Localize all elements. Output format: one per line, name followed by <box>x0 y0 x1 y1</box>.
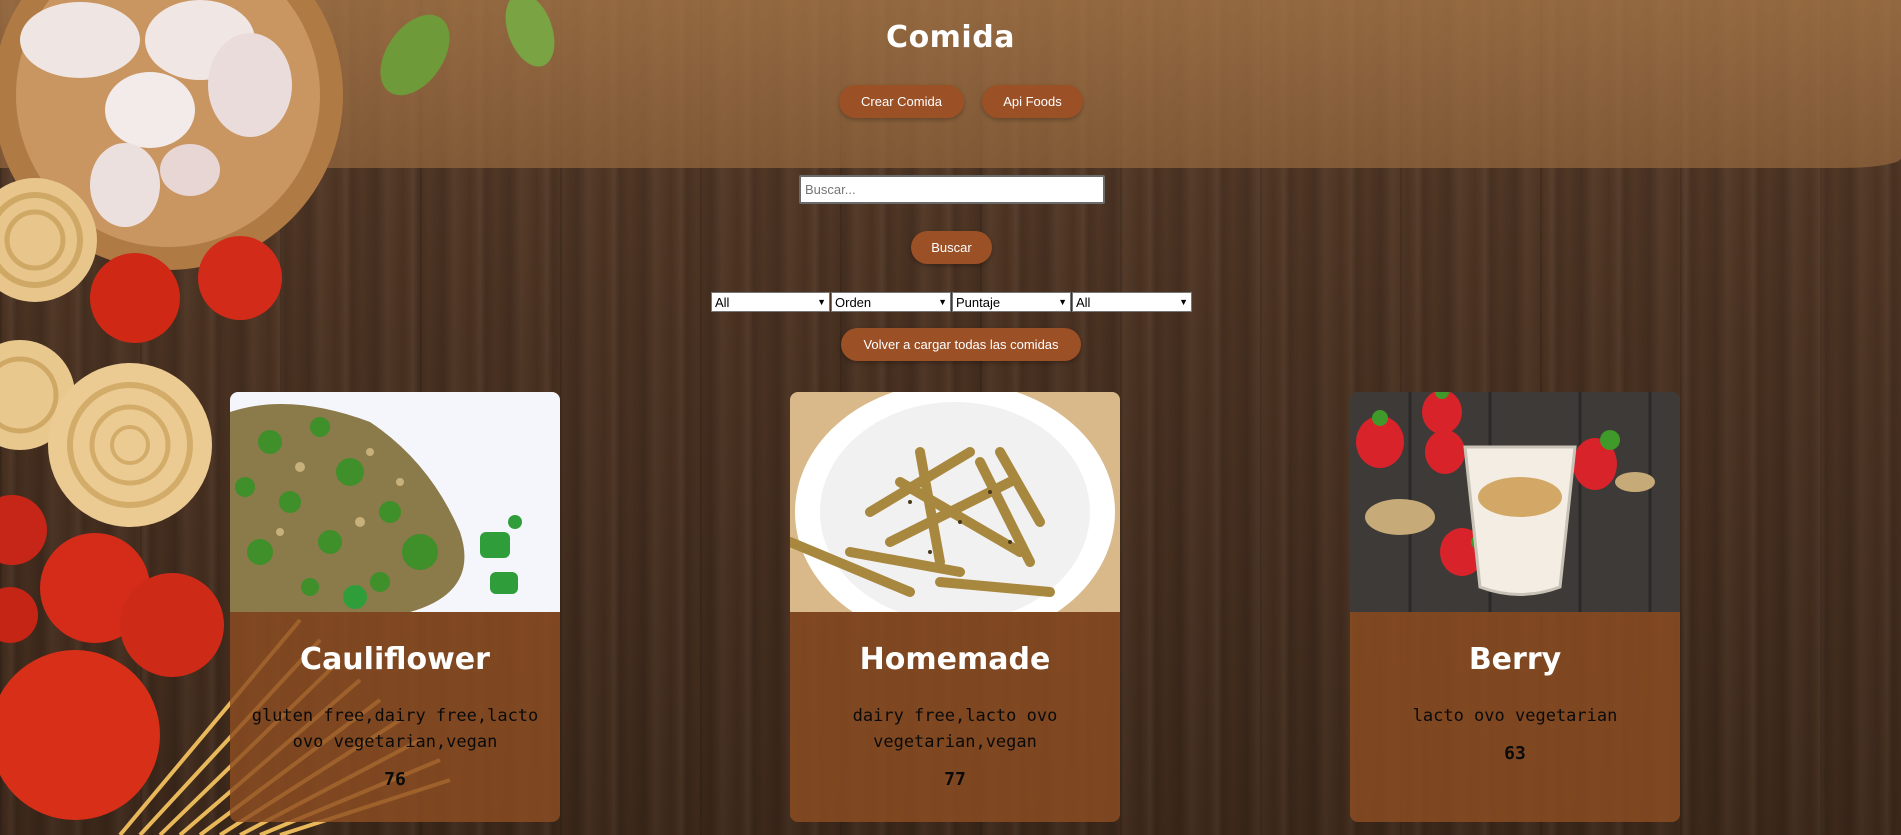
recipe-score: 77 <box>944 769 966 790</box>
diet-filter-value: All <box>715 294 730 310</box>
source-filter-select[interactable]: All ▼ <box>1072 292 1192 312</box>
reload-all-button[interactable]: Volver a cargar todas las comidas <box>841 328 1081 361</box>
page-title: Comida <box>886 20 1015 55</box>
recipe-card[interactable]: Cauliflower gluten free,dairy free,lacto… <box>230 392 560 822</box>
garden-fries-image <box>790 392 1120 612</box>
recipe-diets: dairy free,lacto ovo vegetarian,vegan <box>852 706 1058 752</box>
recipe-card[interactable]: Homemade dairy free,lacto ovo vegetarian… <box>790 392 1120 822</box>
recipe-image[interactable] <box>230 392 560 612</box>
recipe-diets: lacto ovo vegetarian <box>1412 706 1618 726</box>
recipe-image[interactable] <box>790 392 1120 612</box>
recipe-score: 76 <box>384 769 406 790</box>
order-select[interactable]: Orden ▼ <box>831 292 951 312</box>
recipe-name: Homemade <box>859 642 1051 677</box>
order-value: Orden <box>835 294 872 310</box>
search-input[interactable] <box>799 175 1105 204</box>
berry-smoothie-image <box>1350 392 1680 612</box>
score-value: Puntaje <box>956 294 1001 310</box>
api-foods-button[interactable]: Api Foods <box>982 85 1083 118</box>
chevron-down-icon: ▼ <box>1179 297 1188 307</box>
create-food-button[interactable]: Crear Comida <box>839 85 964 118</box>
chevron-down-icon: ▼ <box>938 297 947 307</box>
source-filter-value: All <box>1076 294 1091 310</box>
recipe-score: 63 <box>1504 743 1526 764</box>
diet-filter-select[interactable]: All ▼ <box>711 292 830 312</box>
recipe-card[interactable]: Berry lacto ovo vegetarian 63 <box>1350 392 1680 822</box>
recipe-name: Cauliflower <box>300 642 490 677</box>
chevron-down-icon: ▼ <box>1058 297 1067 307</box>
fried-cauliflower-rice-image <box>230 392 560 612</box>
chevron-down-icon: ▼ <box>817 297 826 307</box>
score-select[interactable]: Puntaje ▼ <box>952 292 1071 312</box>
search-button[interactable]: Buscar <box>911 231 992 264</box>
recipe-diets: gluten free,dairy free,lacto ovo vegetar… <box>251 706 539 752</box>
recipe-name: Berry <box>1468 642 1562 677</box>
recipe-image[interactable] <box>1350 392 1680 612</box>
